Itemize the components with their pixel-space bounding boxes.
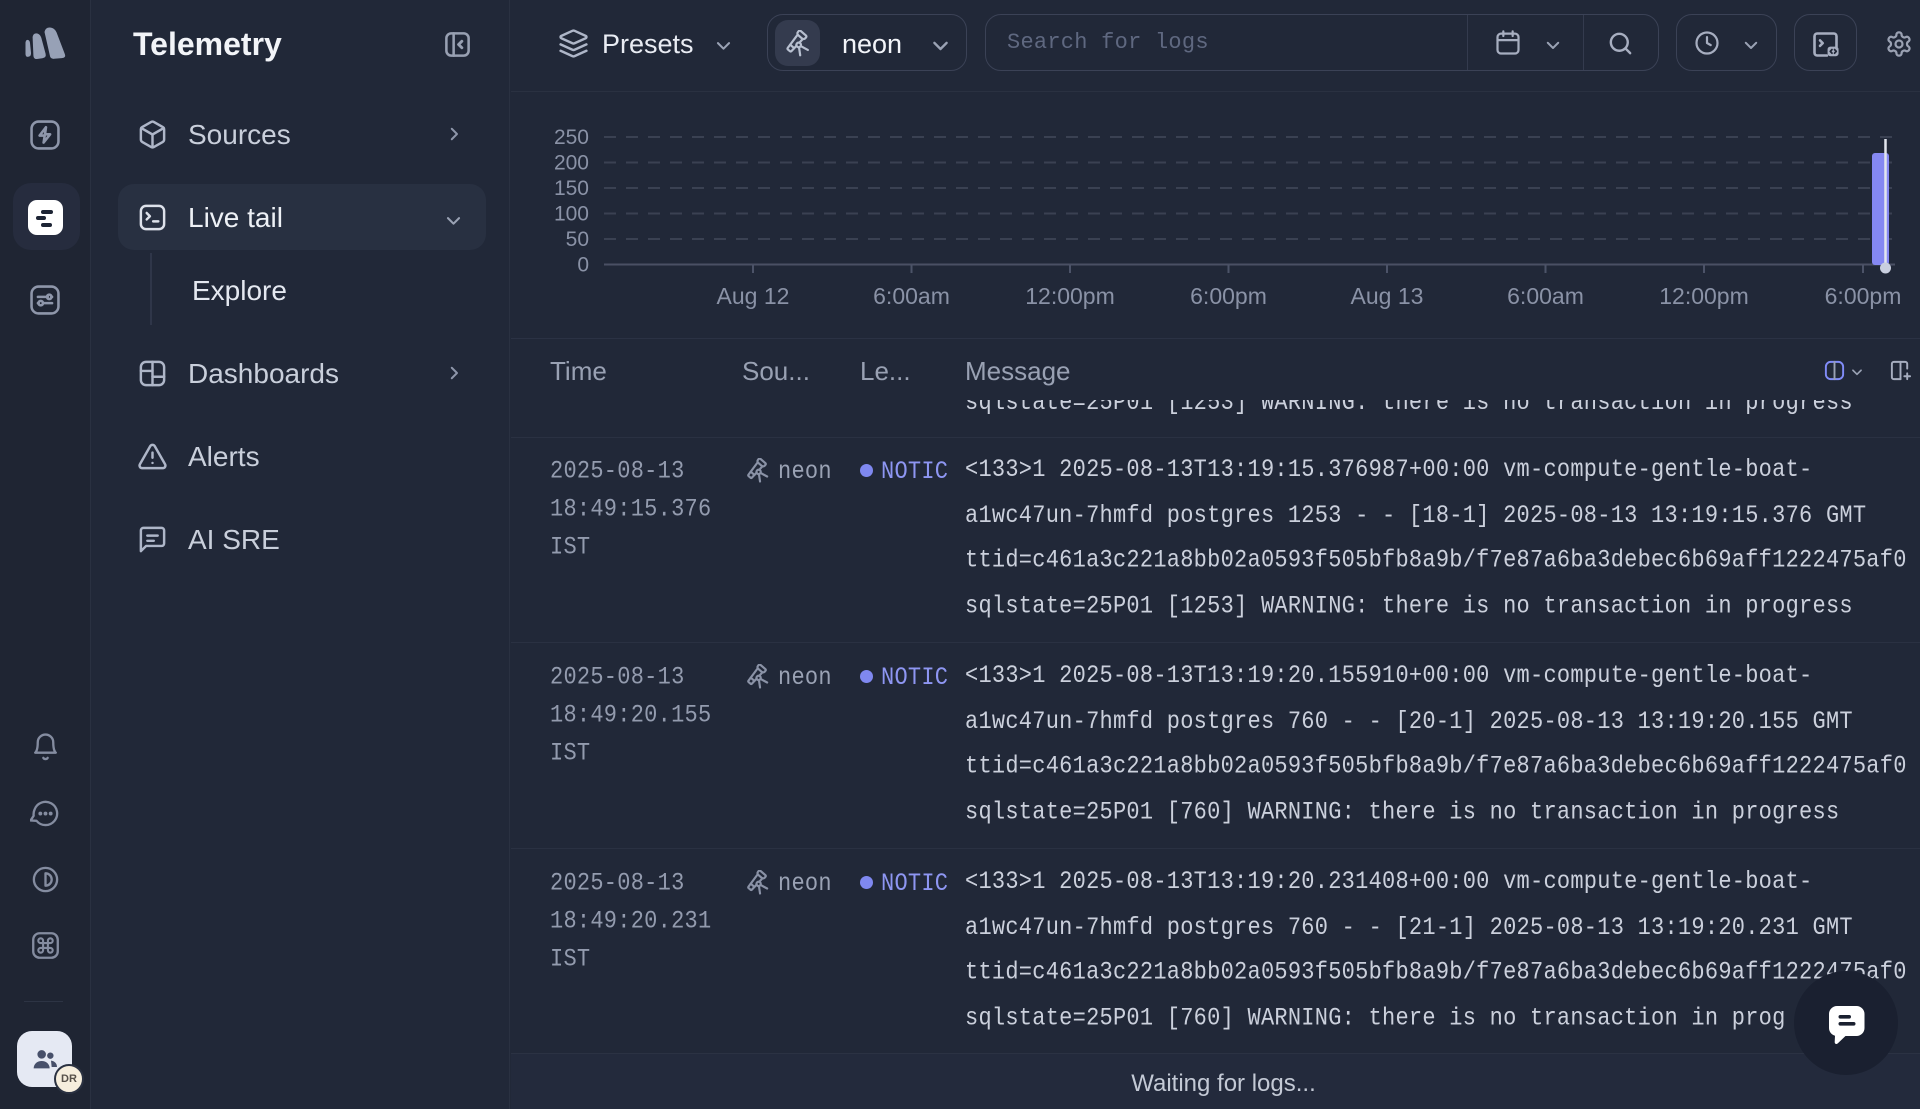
svg-text:Aug 13: Aug 13 — [1351, 283, 1424, 309]
svg-text:200: 200 — [554, 152, 589, 175]
svg-text:100: 100 — [554, 203, 589, 226]
svg-text:6:00am: 6:00am — [1507, 283, 1584, 309]
svg-text:6:00am: 6:00am — [873, 283, 950, 309]
svg-text:150: 150 — [554, 177, 589, 200]
svg-text:Aug 12: Aug 12 — [717, 283, 790, 309]
svg-text:12:00pm: 12:00pm — [1659, 283, 1749, 309]
svg-text:0: 0 — [577, 254, 589, 277]
svg-text:6:00pm: 6:00pm — [1825, 283, 1902, 309]
svg-text:250: 250 — [554, 126, 589, 149]
svg-text:6:00pm: 6:00pm — [1190, 283, 1267, 309]
svg-text:12:00pm: 12:00pm — [1025, 283, 1115, 309]
svg-text:50: 50 — [566, 228, 589, 251]
